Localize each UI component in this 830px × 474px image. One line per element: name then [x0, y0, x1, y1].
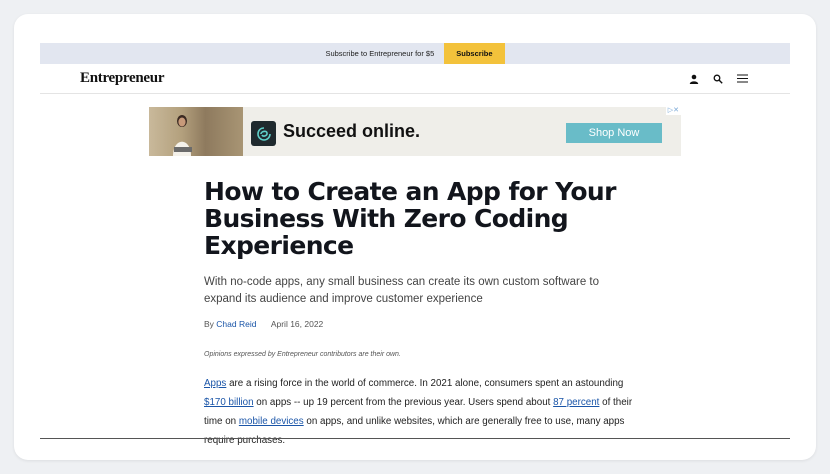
menu-icon[interactable]: [737, 74, 748, 83]
ad-brand-icon: [251, 121, 276, 146]
person-image: [173, 115, 192, 156]
paragraph-text: are a rising force in the world of comme…: [226, 378, 624, 389]
shop-now-button[interactable]: Shop Now: [566, 123, 662, 143]
footer-divider: [40, 438, 790, 439]
site-header: Entrepreneur: [40, 64, 790, 94]
time-stat-link[interactable]: 87 percent: [553, 397, 599, 408]
article: How to Create an App for Your Business W…: [204, 178, 634, 450]
ad-photo: [149, 107, 243, 156]
paragraph-text: on apps -- up 19 percent from the previo…: [253, 397, 554, 408]
subscribe-button[interactable]: Subscribe: [444, 43, 505, 64]
banner-ad[interactable]: Succeed online. Shop Now ▷✕: [149, 107, 681, 156]
apps-link[interactable]: Apps: [204, 378, 226, 389]
page: Subscribe to Entrepreneur for $5 Subscri…: [40, 43, 790, 446]
ad-headline: Succeed online.: [283, 121, 421, 141]
site-logo[interactable]: Entrepreneur: [80, 70, 164, 87]
ad-choices-icon[interactable]: ▷✕: [665, 107, 681, 115]
mobile-devices-link[interactable]: mobile devices: [239, 416, 304, 427]
contributor-disclaimer: Opinions expressed by Entrepreneur contr…: [204, 351, 401, 358]
header-icons: [689, 74, 748, 84]
promo-text: Subscribe to Entrepreneur for $5: [325, 49, 435, 58]
byline: By Chad Reid April 16, 2022: [204, 319, 634, 329]
byline-prefix: By: [204, 319, 217, 329]
author-link[interactable]: Chad Reid: [216, 319, 256, 329]
spend-stat-link[interactable]: $170 billion: [204, 397, 254, 408]
article-dek: With no-code apps, any small business ca…: [204, 276, 600, 305]
publish-date: April 16, 2022: [270, 319, 324, 329]
promo-bar: Subscribe to Entrepreneur for $5 Subscri…: [40, 43, 790, 64]
search-icon[interactable]: [713, 74, 723, 84]
user-icon[interactable]: [689, 74, 699, 84]
article-headline: How to Create an App for Your Business W…: [204, 177, 616, 260]
